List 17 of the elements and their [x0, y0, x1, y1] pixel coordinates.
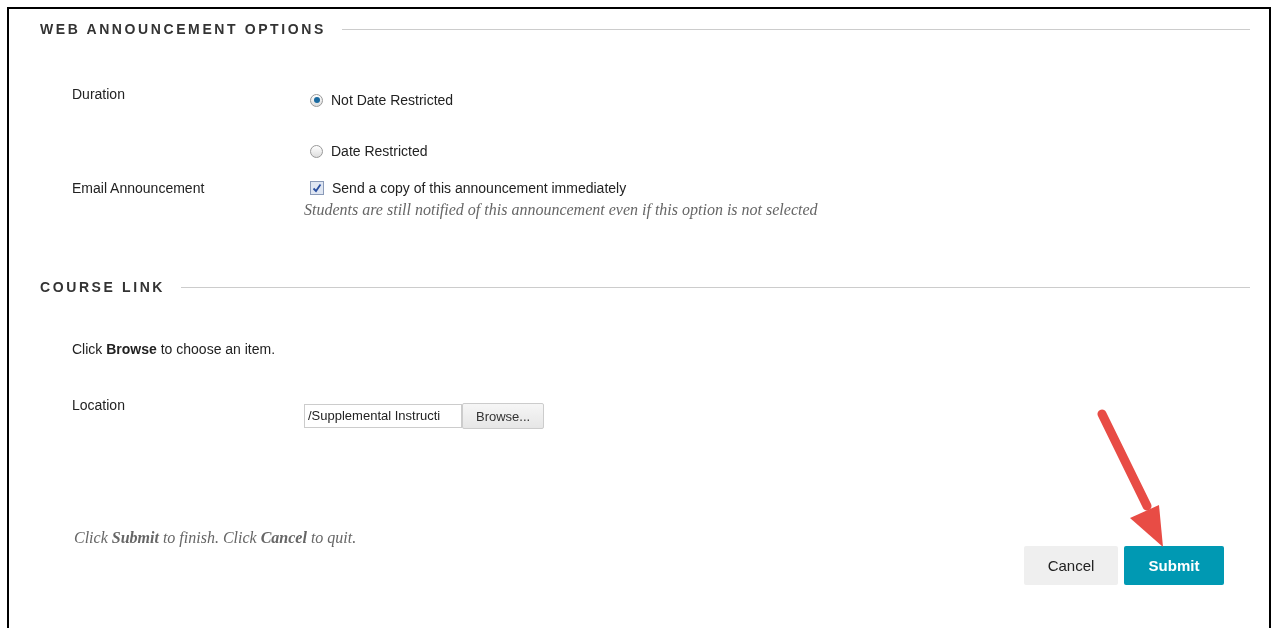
option-label: Send a copy of this announcement immediately	[332, 180, 627, 196]
location-field[interactable]: /Supplemental Instructi	[304, 404, 462, 428]
section-heading: COURSE LINK	[40, 279, 166, 295]
hint-text: Students are still notified of this announcement even if this option is not selected	[304, 201, 818, 219]
checkbox[interactable]	[310, 181, 324, 195]
field-label: Duration	[71, 86, 126, 104]
cancel-button[interactable]: Cancel	[1024, 546, 1118, 585]
radio-button[interactable]	[310, 144, 323, 158]
footer-instruction: Click Submit to finish. Click Cancel to quit.	[74, 529, 358, 547]
option-label: Date Restricted	[331, 143, 428, 159]
section-heading: WEB ANNOUNCEMENT OPTIONS	[40, 21, 326, 37]
radio-button[interactable]	[310, 93, 323, 107]
field-label: Location	[71, 397, 126, 415]
option-label: Not Date Restricted	[331, 92, 454, 108]
browse-button[interactable]: Browse...	[462, 403, 545, 429]
instruction-text: Click Browse to choose an item.	[72, 341, 277, 357]
field-label: Email Announcement	[71, 180, 206, 198]
